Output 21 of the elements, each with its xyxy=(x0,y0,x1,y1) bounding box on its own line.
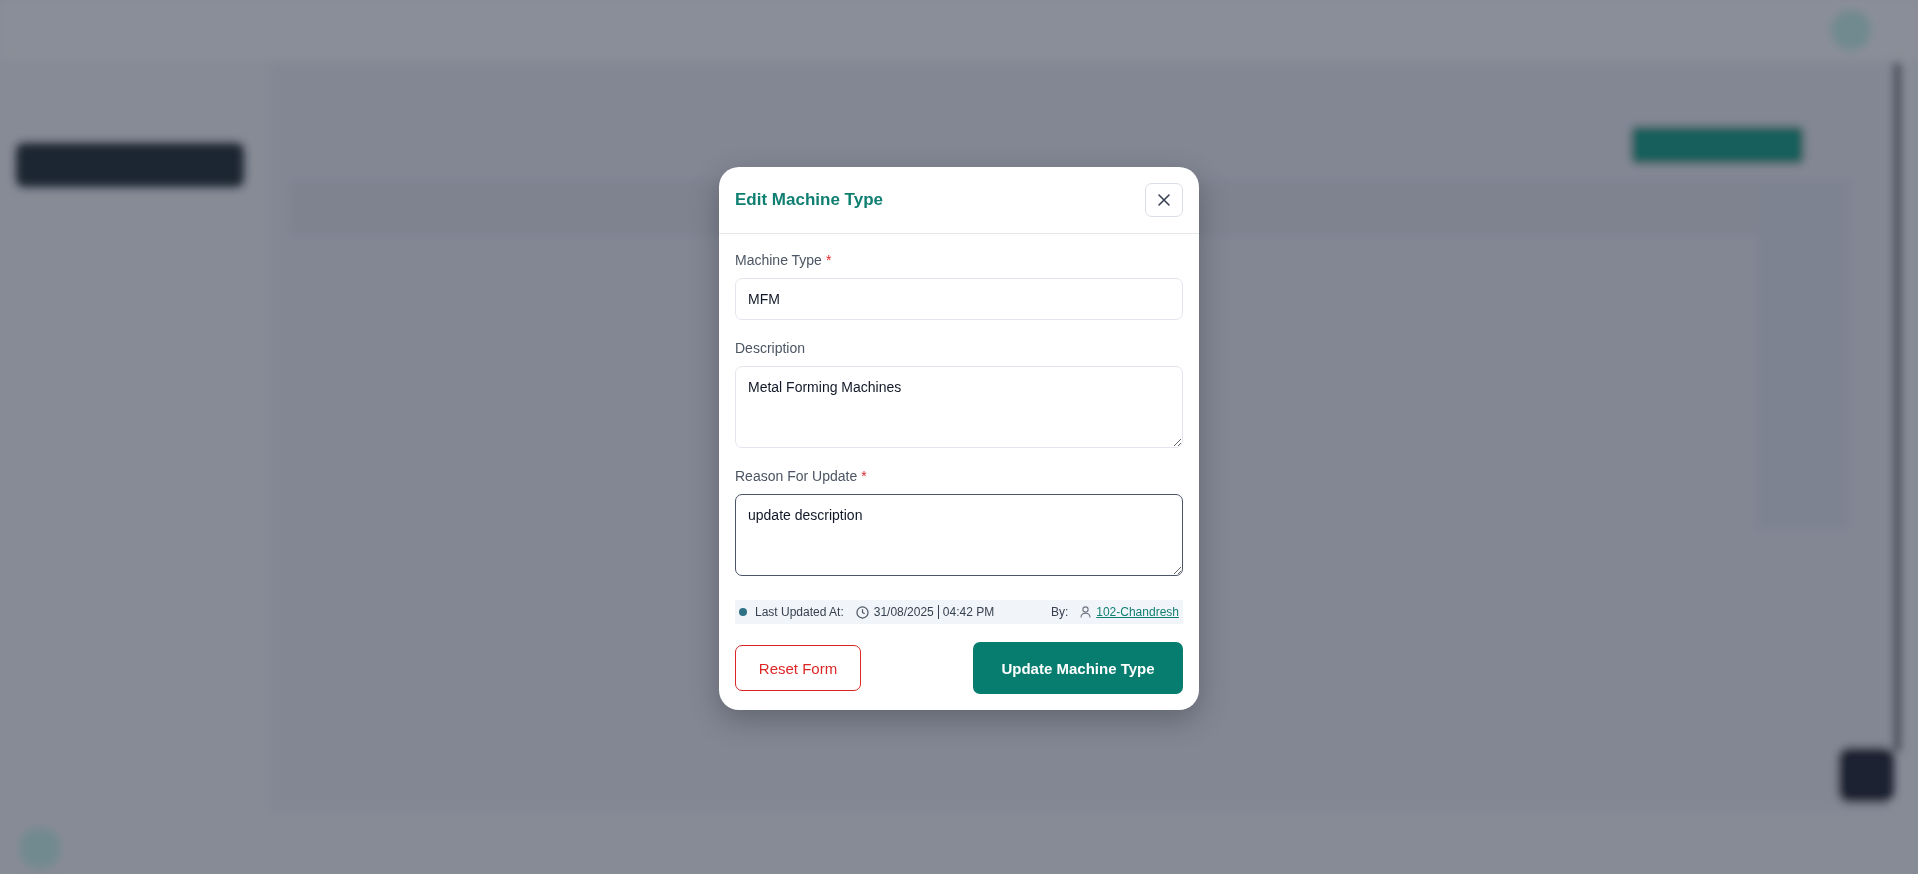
field-label: Machine Type xyxy=(735,252,822,268)
text-area[interactable]: Metal Forming Machines xyxy=(735,366,1183,448)
field-label: Description xyxy=(735,340,806,356)
status-dot xyxy=(739,608,747,616)
update-button[interactable]: Update Machine Type xyxy=(973,642,1183,694)
required-mark: * xyxy=(861,468,867,484)
person-icon xyxy=(1080,606,1092,618)
clock-icon xyxy=(855,605,869,619)
by-label: By: xyxy=(1050,605,1069,619)
user-link[interactable]: 102-Chandresh xyxy=(1096,605,1179,619)
field-label: Reason For Update xyxy=(735,468,858,484)
required-mark: * xyxy=(825,252,832,268)
input-field[interactable]: MFM xyxy=(735,278,1183,320)
reset-button[interactable]: Reset Form xyxy=(735,645,861,691)
close-button[interactable] xyxy=(1145,183,1183,217)
updated-time: 04:42 PM xyxy=(942,605,995,619)
close-icon xyxy=(1156,192,1172,208)
updated-date: 31/08/2025 xyxy=(873,605,939,619)
dialog-title: Edit Machine Type xyxy=(735,190,883,210)
last-updated-label: Last Updated At: xyxy=(755,605,844,619)
text-area[interactable]: update description xyxy=(735,494,1183,576)
